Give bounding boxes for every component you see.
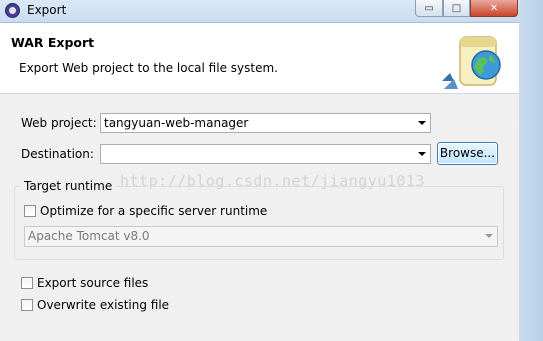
browse-button[interactable]: Browse... — [437, 142, 498, 165]
destination-label: Destination: — [21, 147, 94, 161]
export-source-option[interactable]: Export source files — [21, 276, 148, 290]
runtime-value: Apache Tomcat v8.0 — [28, 229, 150, 243]
optimize-runtime-option[interactable]: Optimize for a specific server runtime — [24, 204, 267, 218]
target-runtime-group — [14, 186, 504, 260]
export-source-label: Export source files — [37, 276, 149, 290]
close-button[interactable]: ✕ — [470, 0, 518, 17]
web-project-value: tangyuan-web-manager — [104, 116, 249, 130]
wizard-title: WAR Export — [11, 35, 95, 50]
web-project-combo[interactable]: tangyuan-web-manager — [100, 113, 431, 133]
chevron-down-icon — [485, 234, 493, 238]
destination-combo[interactable] — [100, 144, 431, 164]
maximize-button[interactable]: □ — [443, 0, 470, 17]
optimize-runtime-label: Optimize for a specific server runtime — [40, 204, 268, 218]
eclipse-icon — [5, 3, 20, 18]
overwrite-label: Overwrite existing file — [37, 298, 170, 312]
minimize-button[interactable]: ▭ — [415, 0, 443, 17]
runtime-combo: Apache Tomcat v8.0 — [24, 226, 498, 247]
overwrite-option[interactable]: Overwrite existing file — [21, 298, 169, 312]
window-title: Export — [27, 3, 67, 17]
chevron-down-icon[interactable] — [418, 152, 426, 156]
title-bar: Export ▭ □ ✕ — [0, 0, 543, 23]
optimize-runtime-checkbox[interactable] — [24, 205, 36, 217]
export-source-checkbox[interactable] — [21, 277, 33, 289]
war-export-icon — [442, 36, 501, 89]
wizard-header: WAR Export Export Web project to the loc… — [0, 23, 519, 94]
chevron-down-icon[interactable] — [418, 121, 426, 125]
wizard-description: Export Web project to the local file sys… — [19, 61, 278, 75]
web-project-label: Web project: — [21, 116, 97, 130]
background-window-edge — [519, 0, 543, 341]
overwrite-checkbox[interactable] — [21, 299, 33, 311]
target-runtime-label: Target runtime — [20, 179, 117, 193]
